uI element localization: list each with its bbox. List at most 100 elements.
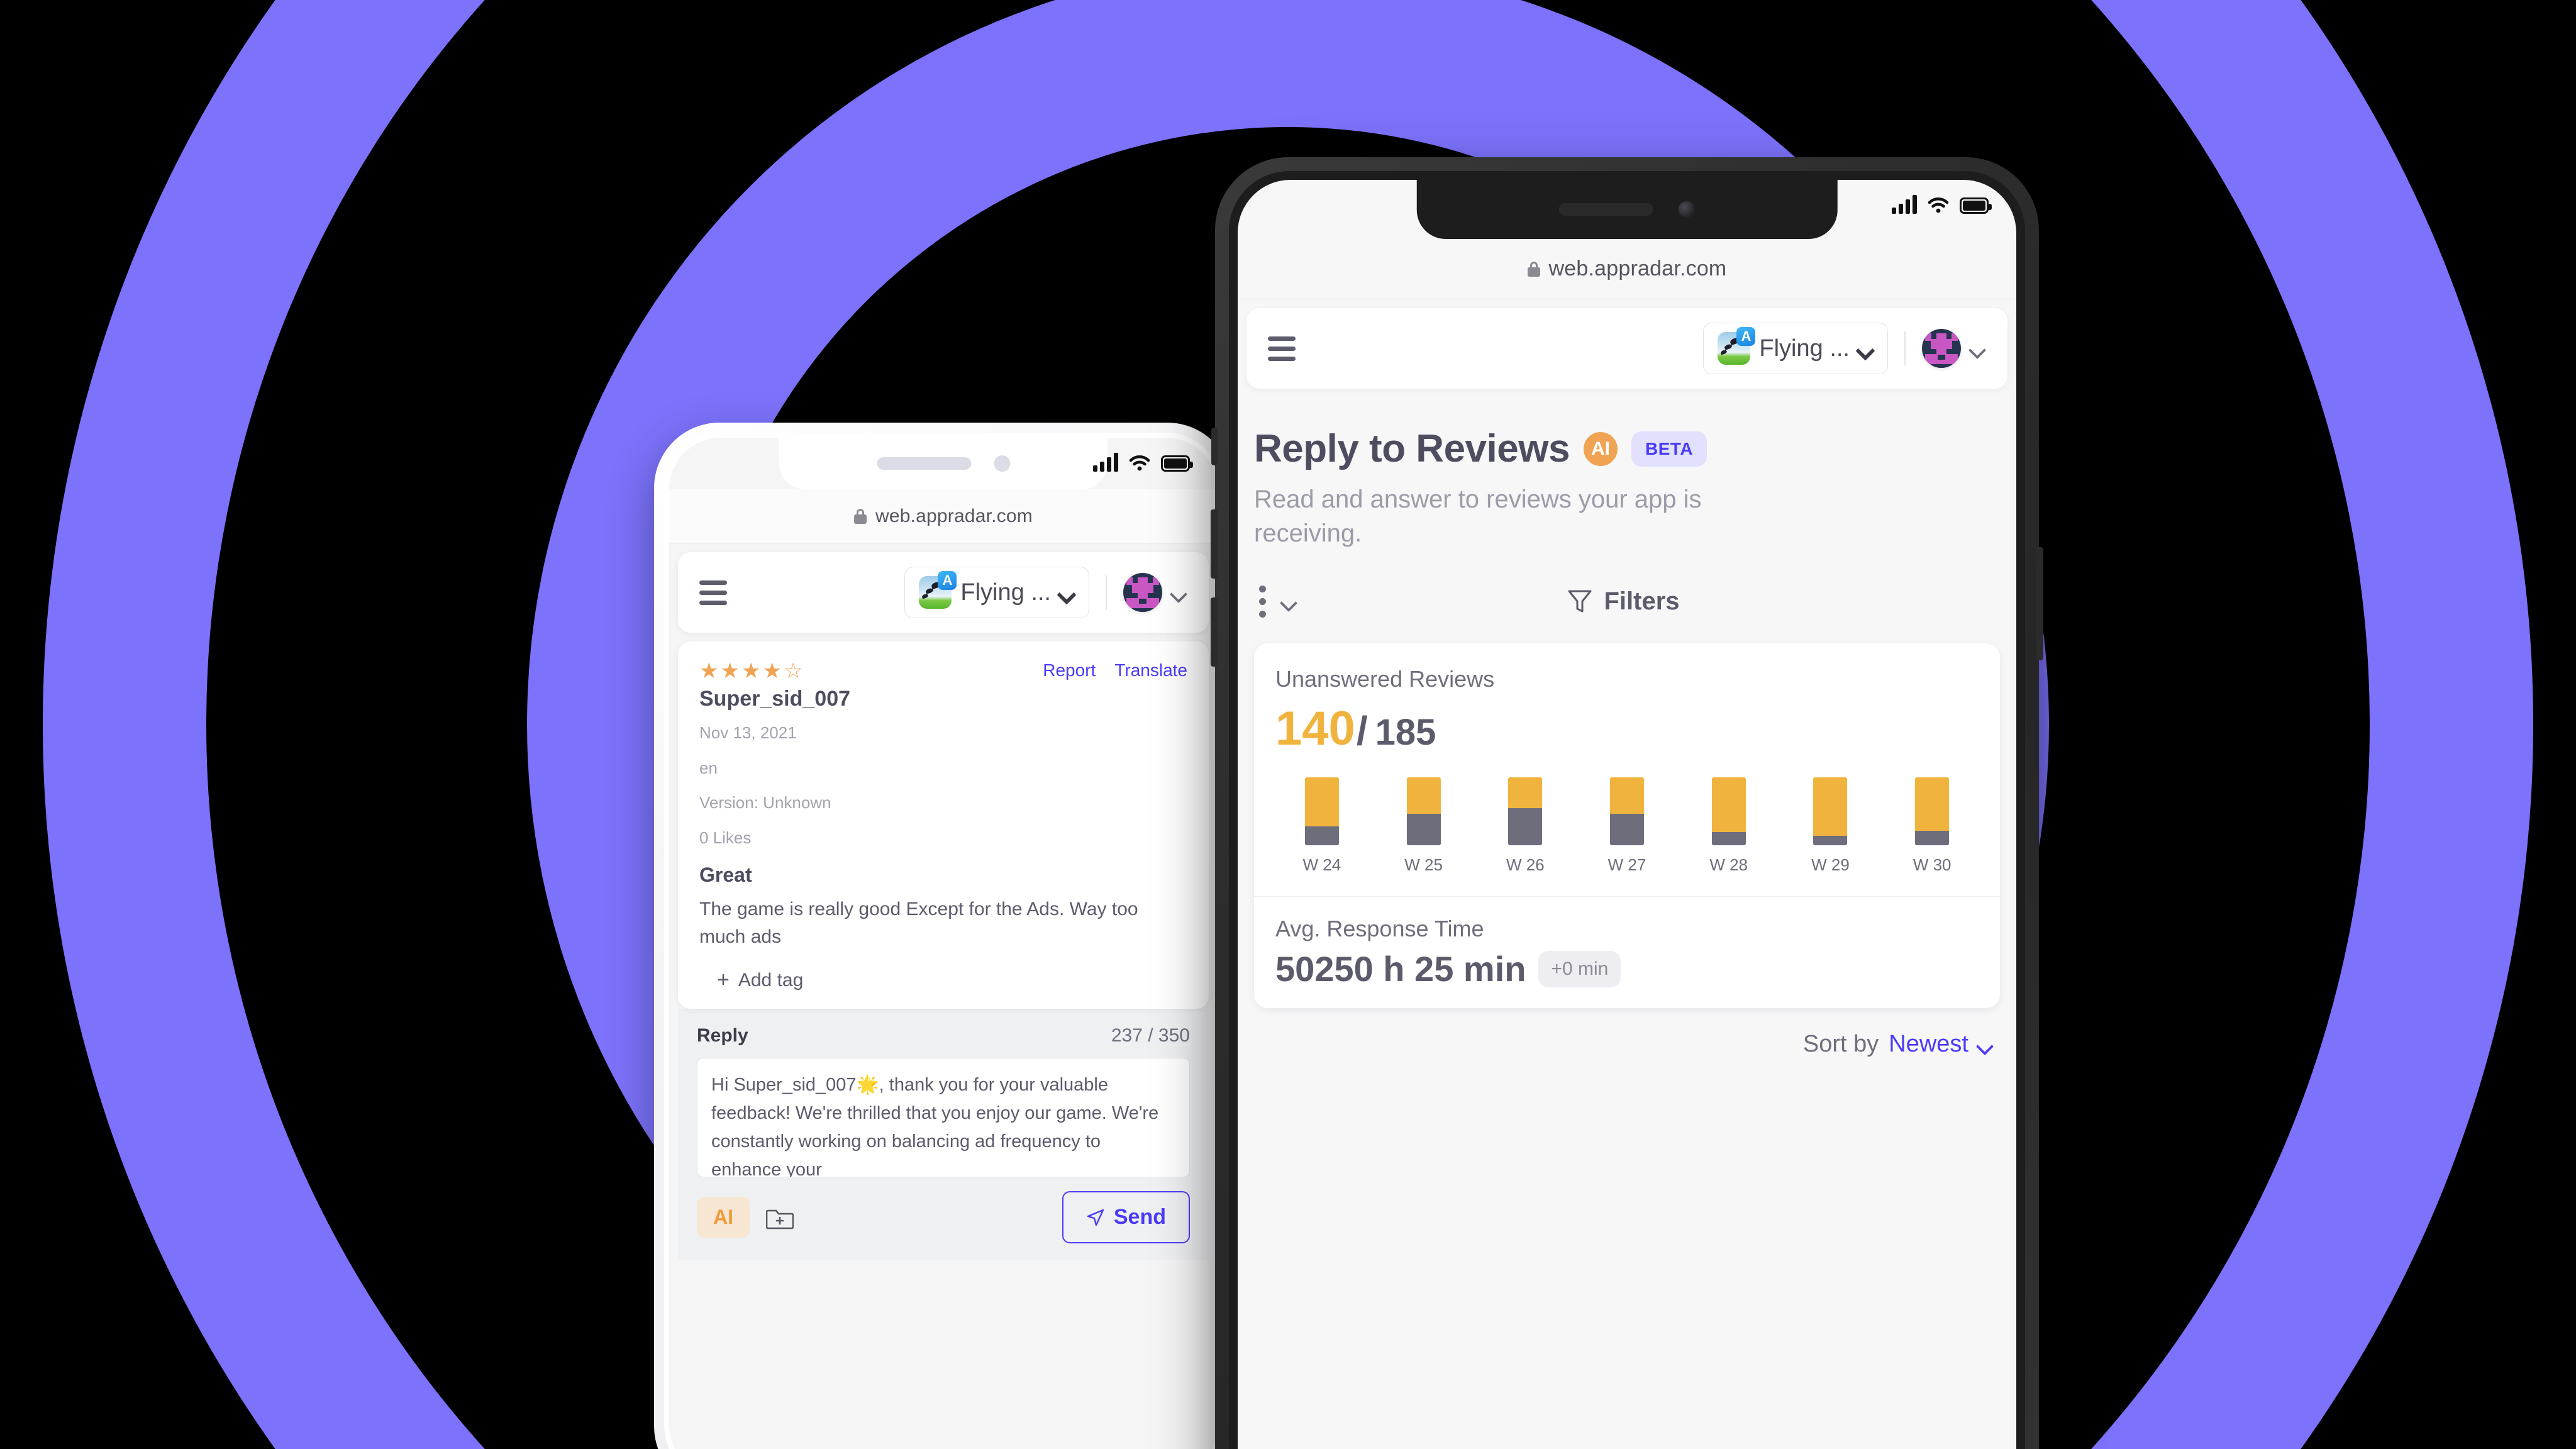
front-phone-screen: web.appradar.com A Flying ... Reply to R…	[1238, 180, 2016, 1449]
chart-bar-answered-segment	[1304, 826, 1339, 845]
cellular-signal-icon	[1892, 195, 1917, 214]
card-divider	[1254, 896, 2000, 897]
send-paper-plane-icon	[1086, 1208, 1105, 1227]
chart-bar-answered-segment	[1406, 814, 1441, 845]
chart-x-tick-label: W 28	[1709, 855, 1748, 874]
chart-bar	[1711, 777, 1746, 845]
review-date: Nov 13, 2021	[699, 723, 797, 742]
chart-bar	[1915, 777, 1950, 845]
sort-control[interactable]: Sort by Newest	[1254, 1031, 2000, 1058]
back-appbar-right: A Flying ...	[904, 567, 1187, 618]
chevron-down-icon[interactable]	[1282, 597, 1297, 606]
chevron-down-icon	[1858, 344, 1874, 353]
filters-label: Filters	[1604, 587, 1680, 615]
chart-x-tick-label: W 26	[1506, 855, 1545, 874]
unanswered-reviews-label: Unanswered Reviews	[1275, 666, 1495, 692]
front-camera-icon	[994, 455, 1010, 472]
url-text: web.appradar.com	[875, 505, 1033, 526]
add-file-icon[interactable]	[765, 1205, 794, 1230]
chart-bar-column: W 30	[1885, 777, 1979, 875]
battery-icon	[1161, 455, 1193, 472]
earpiece-speaker-icon	[1558, 203, 1653, 216]
user-avatar-identicon	[1123, 573, 1162, 612]
chart-bar	[1304, 777, 1339, 845]
reply-composer: Reply 237 / 350 Hi Super_sid_007🌟, thank…	[678, 1009, 1209, 1260]
back-phone-screen: web.appradar.com A Flying ... ★ ★ ★ ★ ☆ …	[669, 438, 1218, 1449]
avg-response-time-delta: +0 min	[1538, 950, 1621, 987]
account-menu[interactable]	[1123, 573, 1187, 612]
app-selector-dropdown[interactable]: A Flying ...	[904, 567, 1089, 618]
filter-funnel-icon	[1567, 588, 1592, 614]
hamburger-menu-icon[interactable]	[1268, 336, 1296, 361]
count-separator: /	[1356, 708, 1368, 753]
wifi-icon	[1128, 454, 1151, 472]
chevron-down-icon	[1172, 588, 1187, 597]
app-name-label: Flying ...	[960, 579, 1051, 606]
hamburger-menu-icon[interactable]	[699, 580, 727, 605]
mute-switch[interactable]	[1211, 428, 1218, 465]
back-phone-url-bar[interactable]: web.appradar.com	[669, 489, 1218, 543]
filters-button[interactable]: Filters	[1567, 587, 1680, 616]
account-menu[interactable]	[1922, 329, 1986, 368]
beta-badge: BETA	[1631, 431, 1707, 467]
front-appbar-right: A Flying ...	[1703, 323, 1986, 374]
chevron-down-icon	[1060, 588, 1075, 597]
chart-x-tick-label: W 25	[1404, 855, 1443, 874]
volume-up-button[interactable]	[1211, 509, 1218, 579]
sort-by-label: Sort by	[1802, 1031, 1879, 1057]
front-appbar: A Flying ...	[1246, 308, 2007, 389]
user-avatar-identicon	[1922, 329, 1961, 368]
review-author: Super_sid_007	[699, 687, 851, 711]
chart-bar-column: W 28	[1682, 777, 1775, 875]
translate-link[interactable]: Translate	[1114, 660, 1187, 680]
earpiece-speaker-icon	[877, 457, 971, 470]
star-rating: ★ ★ ★ ★ ☆	[699, 659, 804, 683]
unanswered-reviews-chart: W 24 W 25 W 26 W 27 W 28 W 29 W 30	[1275, 777, 1979, 875]
more-options-icon[interactable]	[1259, 585, 1266, 618]
chart-bar-answered-segment	[1610, 814, 1645, 845]
app-store-badge-icon: A	[1736, 327, 1756, 346]
review-card-header: ★ ★ ★ ★ ☆ Report Translate	[699, 660, 1187, 682]
back-phone-device: web.appradar.com A Flying ... ★ ★ ★ ★ ☆ …	[654, 423, 1233, 1449]
lock-icon	[1527, 261, 1540, 277]
reply-label: Reply	[697, 1025, 748, 1046]
flying-game-app-icon: A	[1718, 327, 1756, 365]
front-phone-url-bar[interactable]: web.appradar.com	[1238, 239, 2016, 299]
chart-bar-column: W 27	[1580, 777, 1674, 875]
ai-generate-button[interactable]: AI	[697, 1197, 750, 1238]
front-phone-device: web.appradar.com A Flying ... Reply to R…	[1211, 157, 2043, 1449]
unanswered-reviews-value: 140 / 185	[1275, 701, 1979, 756]
reply-textarea[interactable]: Hi Super_sid_007🌟, thank you for your va…	[697, 1058, 1190, 1178]
front-phone-page: A Flying ... Reply to Reviews AI BETA Re…	[1238, 299, 2016, 1449]
app-store-badge-icon: A	[938, 571, 957, 590]
page-subtitle: Read and answer to reviews your app is r…	[1254, 486, 1702, 547]
app-selector-dropdown[interactable]: A Flying ...	[1703, 323, 1888, 374]
ai-badge: AI	[1583, 431, 1618, 466]
back-appbar: A Flying ...	[678, 552, 1209, 633]
power-button[interactable]	[2036, 547, 2043, 660]
front-phone-statusbar	[1892, 195, 1992, 214]
report-link[interactable]: Report	[1043, 660, 1096, 680]
avg-response-time-label: Avg. Response Time	[1275, 916, 1484, 941]
chart-bar-column: W 24	[1275, 777, 1368, 875]
app-name-label: Flying ...	[1759, 335, 1850, 362]
chart-x-tick-label: W 24	[1302, 855, 1341, 874]
front-camera-icon	[1678, 201, 1695, 218]
screenshot-stage: web.appradar.com A Flying ... ★ ★ ★ ★ ☆ …	[0, 0, 2576, 1449]
back-phone-bezel: web.appradar.com A Flying ... ★ ★ ★ ★ ☆ …	[664, 433, 1223, 1449]
chart-bar-column: W 29	[1784, 777, 1877, 875]
back-phone-notch	[779, 438, 1108, 489]
send-button[interactable]: Send	[1062, 1191, 1190, 1244]
review-title: Great	[699, 863, 752, 887]
chart-bar	[1813, 777, 1848, 845]
plus-icon: +	[717, 968, 730, 992]
battery-icon	[1960, 197, 1992, 214]
cellular-signal-icon	[1093, 453, 1118, 472]
review-card: ★ ★ ★ ★ ☆ Report Translate Super_sid_007 Nov…	[678, 641, 1209, 1009]
url-text: web.appradar.com	[1548, 257, 1727, 280]
add-tag-button[interactable]: + Add tag	[717, 968, 1187, 992]
sort-by-value: Newest	[1889, 1031, 1968, 1057]
avg-response-time-row: 50250 h 25 min +0 min	[1275, 948, 1979, 989]
volume-down-button[interactable]	[1211, 597, 1218, 667]
unanswered-count: 140	[1275, 702, 1355, 755]
